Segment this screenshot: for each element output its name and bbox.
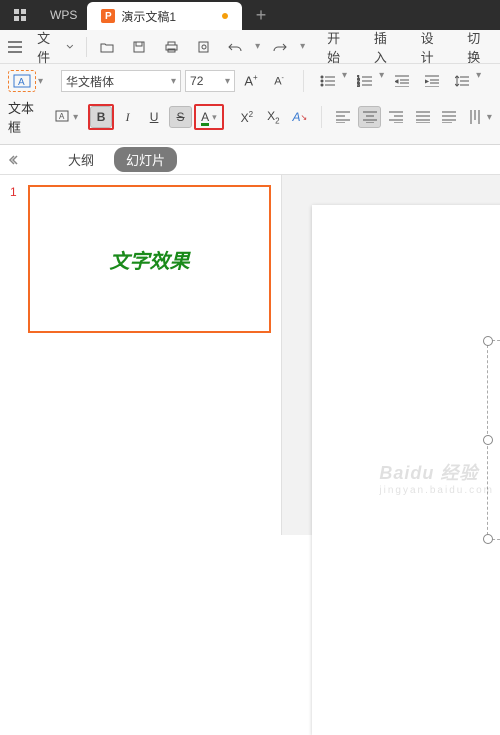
bullets-button[interactable] bbox=[316, 70, 340, 92]
divider bbox=[303, 70, 304, 92]
redo-dropdown-icon[interactable]: ▾ bbox=[300, 41, 305, 52]
font-name-value: 华文楷体 bbox=[66, 73, 114, 90]
divider bbox=[86, 37, 87, 57]
tab-insert[interactable]: 插入 bbox=[366, 24, 407, 70]
print-icon[interactable] bbox=[159, 36, 183, 58]
shrink-font-button[interactable]: A- bbox=[267, 70, 291, 92]
clear-formatting-button[interactable]: A↘ bbox=[289, 106, 311, 128]
quick-access-toolbar: ▾ ▾ bbox=[91, 36, 309, 58]
align-left-button[interactable] bbox=[332, 106, 354, 128]
italic-button[interactable]: I bbox=[116, 106, 138, 128]
watermark-sub: jingyan.baidu.com bbox=[379, 485, 494, 496]
print-preview-icon[interactable] bbox=[191, 36, 215, 58]
svg-text:A: A bbox=[59, 112, 65, 121]
font-size-value: 72 bbox=[190, 74, 203, 88]
slides-panel-header: 大纲 幻灯片 bbox=[0, 145, 500, 175]
undo-dropdown-icon[interactable]: ▾ bbox=[255, 41, 260, 52]
divider bbox=[321, 106, 322, 128]
svg-text:3: 3 bbox=[357, 83, 360, 87]
app-logo bbox=[0, 0, 40, 30]
grow-font-button[interactable]: A+ bbox=[239, 70, 263, 92]
numbering-dropdown-icon[interactable]: ▾ bbox=[379, 70, 384, 92]
textbox-dropdown-icon[interactable]: ▾ bbox=[73, 112, 78, 123]
bold-button[interactable]: B bbox=[90, 106, 112, 128]
tab-start[interactable]: 开始 bbox=[319, 24, 360, 70]
strikethrough-button[interactable]: S bbox=[169, 106, 191, 128]
unsaved-indicator-icon bbox=[222, 13, 228, 19]
textbox-style-button[interactable]: A bbox=[8, 70, 36, 92]
decrease-indent-button[interactable] bbox=[390, 70, 414, 92]
new-tab-button[interactable]: + bbox=[242, 0, 280, 30]
presentation-icon: P bbox=[101, 9, 115, 23]
textbox-button[interactable]: A bbox=[52, 106, 71, 128]
hamburger-icon[interactable] bbox=[0, 41, 29, 53]
chevron-down-icon bbox=[66, 43, 74, 51]
watermark-main: Baidu 经验 bbox=[379, 463, 478, 483]
svg-text:A: A bbox=[18, 77, 25, 88]
vertical-align-button[interactable] bbox=[464, 106, 486, 128]
font-size-select[interactable]: 72 ▾ bbox=[185, 70, 235, 92]
vertical-align-dropdown-icon[interactable]: ▾ bbox=[487, 112, 492, 123]
undo-icon[interactable] bbox=[223, 36, 247, 58]
distribute-button[interactable] bbox=[438, 106, 460, 128]
redo-icon[interactable] bbox=[268, 36, 292, 58]
panel-tab-slides[interactable]: 幻灯片 bbox=[114, 147, 177, 172]
file-menu[interactable]: 文件 bbox=[29, 28, 82, 66]
increase-indent-button[interactable] bbox=[420, 70, 444, 92]
textbox-style-dropdown-icon[interactable]: ▾ bbox=[38, 76, 43, 87]
app-name: WPS bbox=[40, 0, 87, 30]
bullets-dropdown-icon[interactable]: ▾ bbox=[342, 70, 347, 92]
document-tab[interactable]: P 演示文稿1 bbox=[87, 2, 242, 30]
subscript-button[interactable]: X2 bbox=[262, 106, 284, 128]
textbox-label: 文本框 bbox=[8, 98, 44, 136]
chevron-down-icon: ▾ bbox=[171, 76, 176, 87]
open-icon[interactable] bbox=[95, 36, 119, 58]
tab-transition[interactable]: 切换 bbox=[459, 24, 500, 70]
save-icon[interactable] bbox=[127, 36, 151, 58]
align-center-button[interactable] bbox=[358, 106, 380, 128]
align-right-button[interactable] bbox=[385, 106, 407, 128]
slide-thumb-1[interactable]: 1 文字效果 bbox=[10, 185, 271, 333]
file-menu-label: 文件 bbox=[37, 28, 62, 66]
ribbon: A ▾ 华文楷体 ▾ 72 ▾ A+ A- ▾ 123 ▾ ▾ 文本框 A bbox=[0, 64, 500, 145]
resize-handle-icon[interactable] bbox=[483, 534, 493, 544]
line-spacing-button[interactable] bbox=[450, 70, 474, 92]
slide-preview-text: 文字效果 bbox=[110, 245, 190, 274]
resize-handle-icon[interactable] bbox=[483, 435, 493, 445]
watermark: Baidu 经验 jingyan.baidu.com bbox=[379, 459, 494, 496]
font-name-select[interactable]: 华文楷体 ▾ bbox=[61, 70, 181, 92]
underline-button[interactable]: U bbox=[143, 106, 165, 128]
ribbon-tabs: 开始 插入 设计 切换 bbox=[319, 24, 500, 70]
menu-bar: 文件 ▾ ▾ 开始 插入 设计 切换 bbox=[0, 30, 500, 64]
font-color-button[interactable]: A ▾ bbox=[196, 106, 222, 128]
slide-number: 1 bbox=[10, 185, 22, 333]
collapse-panel-button[interactable] bbox=[0, 155, 26, 165]
numbering-button[interactable]: 123 bbox=[353, 70, 377, 92]
tab-design[interactable]: 设计 bbox=[413, 24, 454, 70]
superscript-button[interactable]: X2 bbox=[236, 106, 258, 128]
panel-tab-outline[interactable]: 大纲 bbox=[56, 147, 106, 172]
document-tab-title: 演示文稿1 bbox=[121, 8, 176, 25]
textbox-selection[interactable] bbox=[487, 340, 500, 540]
align-justify-button[interactable] bbox=[411, 106, 433, 128]
slides-thumbnail-pane: 1 文字效果 bbox=[0, 175, 282, 535]
chevron-down-icon: ▾ bbox=[225, 76, 230, 87]
resize-handle-icon[interactable] bbox=[483, 336, 493, 346]
line-spacing-dropdown-icon[interactable]: ▾ bbox=[476, 70, 481, 92]
